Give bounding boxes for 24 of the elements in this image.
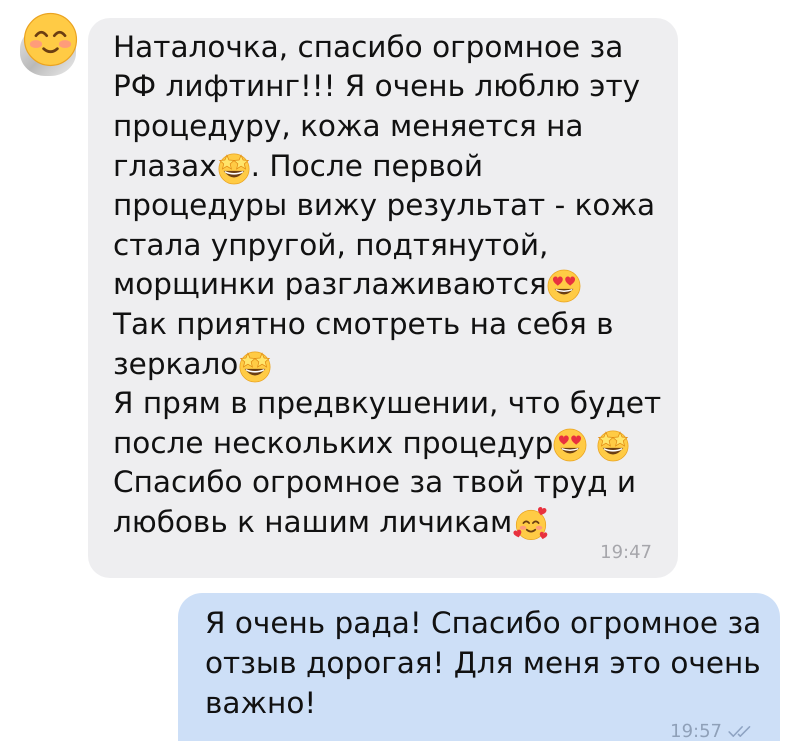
message-text: РФ лифтинг!!! Я очень люблю эту	[113, 69, 640, 104]
star-eyes-emoji-icon	[596, 428, 630, 462]
message-text: процедуру, кожа меняется на	[113, 108, 584, 143]
smiling-face-with-hearts-icon	[512, 504, 550, 543]
message-time: 19:47	[600, 542, 652, 564]
message-text: морщинки разглаживаются	[113, 267, 547, 302]
message-text: Я очень рада! Спасибо огромное за отзыв дорогая! Для меня это очень важно!	[205, 604, 762, 722]
star-eyes-emoji-icon	[216, 150, 251, 185]
smiling-face-icon	[23, 12, 78, 67]
message-text: глазах	[113, 148, 217, 183]
message-text: . После первой	[250, 148, 484, 183]
message-text: Так приятно смотреть на себя в	[113, 306, 614, 341]
message-time: 19:57	[670, 722, 722, 741]
message-text: Спасибо огромное за твой труд и	[113, 465, 636, 500]
heart-eyes-emoji-icon	[553, 428, 588, 462]
message-text: после нескольких процедур	[113, 426, 554, 460]
message-text: зеркало	[113, 346, 238, 381]
message-text: любовь к нашим личикам	[113, 504, 512, 539]
message-text: процедуры вижу результат - кожа	[113, 188, 656, 222]
heart-eyes-emoji-icon	[546, 269, 581, 304]
message-text: стала упругой, подтянутой,	[113, 228, 548, 262]
star-eyes-emoji-icon	[238, 348, 272, 383]
message-text: Наталочка, спасибо огромное за	[113, 30, 624, 64]
message-text: Я прям в предвкушении, что будет	[113, 386, 662, 420]
